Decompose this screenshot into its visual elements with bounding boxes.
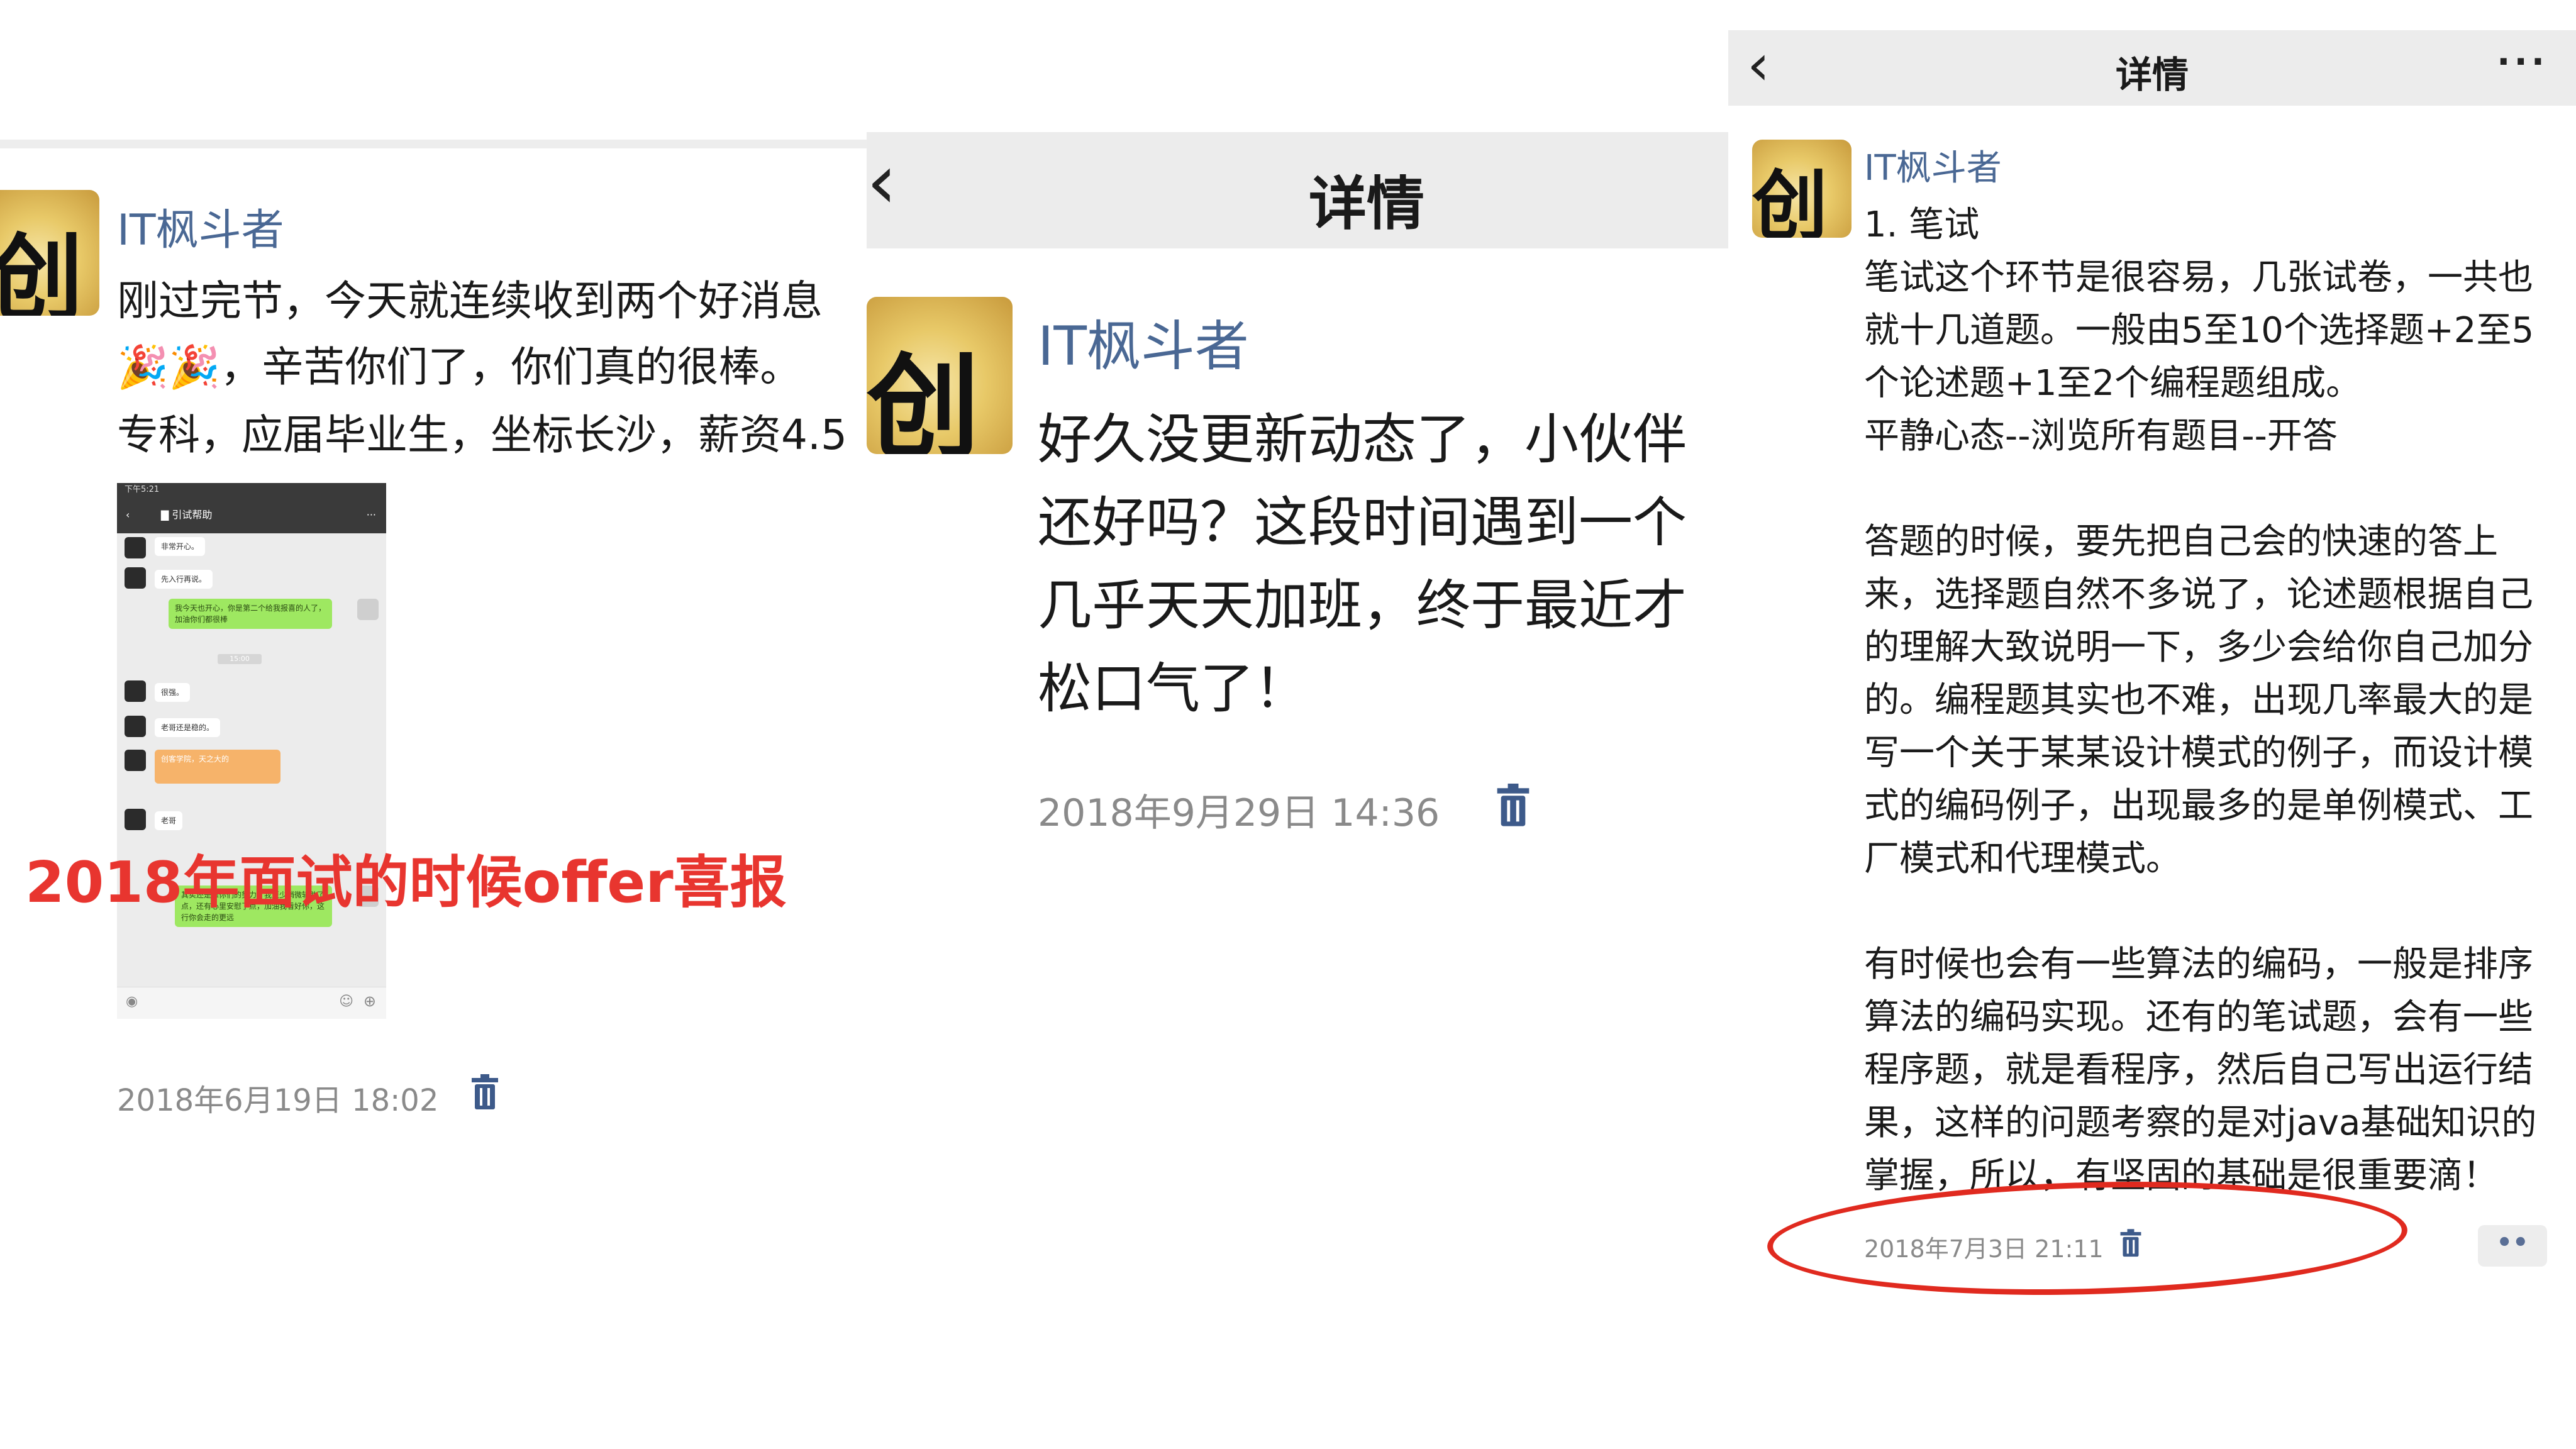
- avatar-glyph: 创: [867, 341, 980, 454]
- post-text-line: 个论述题+1至2个编程题组成。: [1864, 363, 2362, 404]
- author-avatar[interactable]: 创: [1752, 140, 1852, 238]
- post-timestamp: 2018年9月29日 14:36: [1038, 791, 1440, 835]
- more-icon[interactable]: ···: [2497, 42, 2548, 82]
- moment-panel-2: ‹ 详情 创 IT枫斗者 好久没更新动态了，小伙伴 还好吗？这段时间遇到一个 几…: [867, 0, 1728, 1449]
- post-text-line: 来，选择题自然不多说了，论述题根据自己: [1864, 574, 2533, 615]
- post-text-line: 算法的编码实现。还有的笔试题，会有一些: [1864, 997, 2533, 1038]
- chat-header: ‹ ▇ 引试帮助 ···: [117, 497, 386, 533]
- message-bubble: 非常开心。: [155, 537, 206, 556]
- voice-icon: ◉: [126, 994, 138, 1009]
- avatar: [125, 537, 146, 558]
- message-bubble: 很强。: [155, 683, 191, 702]
- post-text-line: 程序题，就是看程序，然后自己写出运行结: [1864, 1050, 2533, 1091]
- nav-divider: [0, 140, 867, 148]
- author-name[interactable]: IT枫斗者: [1864, 140, 2002, 191]
- post-text-line: 有时候也会有一些算法的编码，一般是排序: [1864, 944, 2533, 985]
- post-text-line: 松口气了！: [1038, 657, 1308, 720]
- avatar: [357, 599, 379, 620]
- author-avatar[interactable]: 创: [0, 190, 99, 316]
- avatar: [125, 750, 146, 771]
- message-bubble: 老哥: [155, 811, 183, 830]
- avatar-glyph: 创: [0, 223, 84, 316]
- back-icon[interactable]: ‹: [867, 145, 897, 220]
- post-text-line: 的。编程题其实也不难，出现几率最大的是: [1864, 680, 2533, 721]
- time-stamp: 15:00: [218, 654, 262, 664]
- trash-icon[interactable]: [1496, 784, 1531, 828]
- overlay-caption: 2018年面试的时候offer喜报: [25, 850, 787, 916]
- plus-icon: ⊕: [363, 992, 376, 1010]
- post-text-line: 就十几道题。一般由5至10个选择题+2至5: [1864, 310, 2534, 351]
- post-text-line: 平静心态--浏览所有题目--开答: [1864, 416, 2338, 457]
- post-text-line: 专科，应届毕业生，坐标长沙，薪资4.5: [117, 411, 847, 459]
- post-text-line: 的理解大致说明一下，多少会给你自己加分: [1864, 627, 2533, 668]
- nav-title: 详情: [2115, 53, 2189, 96]
- avatar: [125, 809, 146, 830]
- message-bubble: 创客学院，天之大的: [155, 750, 280, 784]
- back-icon: ‹: [126, 509, 130, 521]
- post-text-line: 几乎天天加班，终于最近才: [1038, 574, 1687, 637]
- post-text-line: 还好吗？这段时间遇到一个: [1038, 491, 1687, 554]
- post-text-line: 1. 笔试: [1864, 204, 1980, 245]
- avatar: [125, 567, 146, 589]
- post-text-line: 🎉🎉，辛苦你们了，你们真的很棒。: [117, 343, 802, 391]
- post-text-line: 写一个关于某某设计模式的例子，而设计模: [1864, 733, 2533, 774]
- emoji-icon: ☺: [339, 994, 353, 1009]
- post-text-line: 答题的时候，要先把自己会的快速的答上: [1864, 521, 2498, 562]
- nav-title: 详情: [1308, 170, 1424, 238]
- post-timestamp: 2018年6月19日 18:02: [117, 1083, 439, 1118]
- post-text-line: 厂模式和代理模式。: [1864, 838, 2181, 879]
- chat-input-bar: ◉ ☺ ⊕: [117, 987, 386, 1019]
- message-bubble: 我今天也开心，你是第二个给我报喜的人了，加油你们都很棒: [169, 599, 332, 629]
- post-text-line: 笔试这个环节是很容易，几张试卷，一共也: [1864, 257, 2533, 298]
- comment-more-button[interactable]: ••: [2478, 1225, 2547, 1267]
- message-bubble: 先入行再说。: [155, 570, 213, 589]
- avatar: [125, 680, 146, 702]
- post-text-line: 刚过完节，今天就连续收到两个好消息: [117, 277, 823, 325]
- post-image-chat-screenshot[interactable]: 下午5:21 ‹ ▇ 引试帮助 ··· 非常开心。 先入行再说。 我今天也开心，…: [117, 483, 386, 1019]
- post-text-line: 式的编码例子，出现最多的是单例模式、工: [1864, 786, 2533, 826]
- avatar-glyph: 创: [1752, 162, 1828, 238]
- chat-title: ▇ 引试帮助: [161, 509, 213, 521]
- status-bar: 下午5:21: [117, 483, 386, 497]
- trash-icon[interactable]: [470, 1074, 499, 1111]
- post-text-line: 果，这样的问题考察的是对java基础知识的: [1864, 1102, 2537, 1143]
- nav-bar: ‹ 详情: [867, 132, 1728, 248]
- message-bubble: 老哥还是稳的。: [155, 718, 221, 737]
- author-name[interactable]: IT枫斗者: [117, 195, 284, 257]
- nav-bar: ‹ 详情 ···: [1728, 30, 2576, 106]
- author-avatar[interactable]: 创: [867, 297, 1013, 454]
- avatar: [125, 716, 146, 737]
- author-name[interactable]: IT枫斗者: [1038, 302, 1249, 380]
- more-icon: ···: [366, 509, 376, 521]
- post-text-line: 好久没更新动态了，小伙伴: [1038, 408, 1687, 471]
- moment-panel-1: 创 IT枫斗者 刚过完节，今天就连续收到两个好消息 🎉🎉，辛苦你们了，你们真的很…: [0, 0, 867, 1449]
